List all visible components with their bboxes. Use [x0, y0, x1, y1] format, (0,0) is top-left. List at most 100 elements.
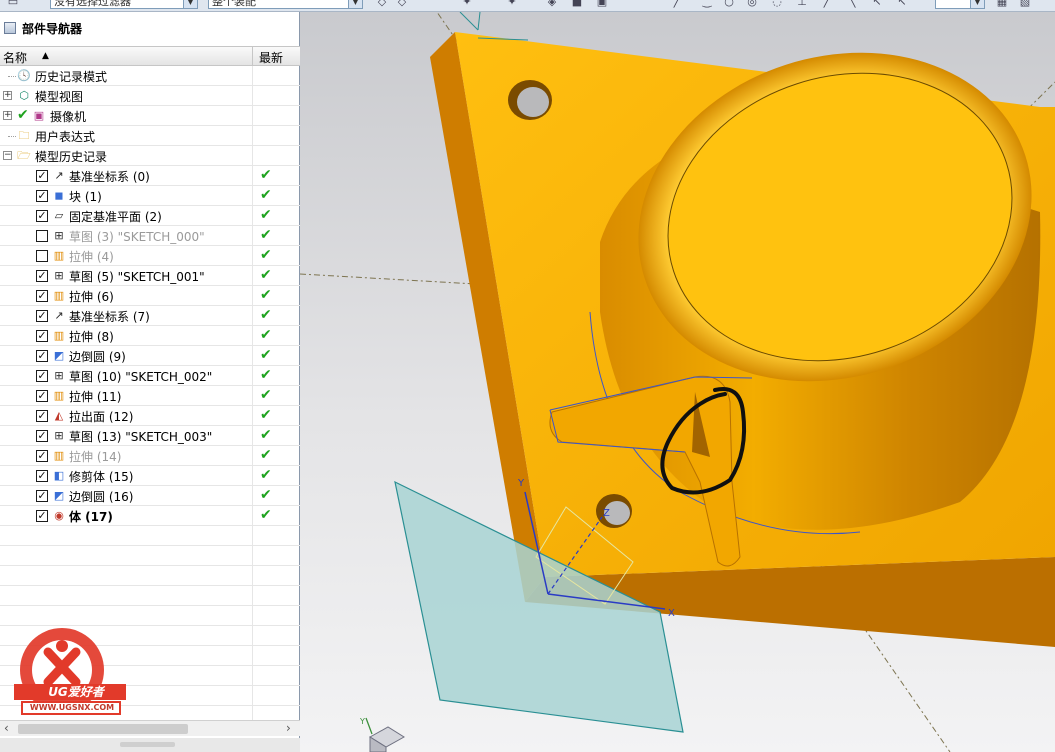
curve-icon[interactable]: ‿: [700, 0, 714, 9]
feature-visibility-checkbox[interactable]: ✓: [36, 190, 48, 202]
feature-row-4[interactable]: ▥ 拉伸 (4) ✔: [0, 246, 300, 266]
feature-row-5[interactable]: ✓ ⊞ 草图 (5) "SKETCH_001" ✔: [0, 266, 300, 286]
feature-row-8[interactable]: ✓ ▥ 拉伸 (8) ✔: [0, 326, 300, 346]
collapse-icon[interactable]: −: [3, 151, 12, 160]
latest-check-icon: ✔: [260, 347, 272, 363]
trim-body-icon: ◧: [53, 469, 65, 482]
tree-node-cameras[interactable]: + ✔ ▣ 摄像机: [0, 106, 300, 126]
scrollbar-thumb[interactable]: [18, 724, 188, 734]
hole: [517, 87, 549, 117]
tree-node-model-views[interactable]: + ⬡ 模型视图: [0, 86, 300, 106]
feature-visibility-checkbox[interactable]: ✓: [36, 370, 48, 382]
tree-node-model-history[interactable]: − 🗁 模型历史记录: [0, 146, 300, 166]
feature-row-11[interactable]: ✓ ▥ 拉伸 (11) ✔: [0, 386, 300, 406]
snap-icon[interactable]: ◇: [375, 0, 389, 9]
sort-ascending-icon[interactable]: ▲: [42, 51, 49, 61]
feature-row-7[interactable]: ✓ ↗ 基准坐标系 (7) ✔: [0, 306, 300, 326]
feature-visibility-checkbox[interactable]: ✓: [36, 470, 48, 482]
feature-visibility-checkbox[interactable]: ✓: [36, 490, 48, 502]
scroll-left-icon[interactable]: ‹: [4, 721, 9, 735]
extrude-icon: ▥: [53, 289, 65, 302]
point-icon[interactable]: ╲: [845, 0, 859, 9]
view-orient-icon[interactable]: ◈: [545, 0, 559, 9]
shape-icon[interactable]: ◌: [770, 0, 784, 9]
csys-axis-fragment: [477, 12, 481, 31]
line-snap-icon[interactable]: ╱: [670, 0, 684, 9]
snap-icon[interactable]: ▦: [995, 0, 1009, 9]
feature-visibility-checkbox[interactable]: ✓: [36, 330, 48, 342]
snap-icon[interactable]: ◇: [395, 0, 409, 9]
feature-row-9[interactable]: ✓ ◩ 边倒圆 (9) ✔: [0, 346, 300, 366]
selection-filter-dropdown[interactable]: 没有选择过滤器 ▼: [50, 0, 198, 9]
feature-label: 固定基准平面 (2): [69, 210, 162, 224]
expand-icon[interactable]: +: [3, 111, 12, 120]
splitter-grip[interactable]: [120, 742, 175, 747]
circle-icon[interactable]: ○: [722, 0, 736, 9]
feature-visibility-checkbox[interactable]: ✓: [36, 310, 48, 322]
feature-visibility-checkbox[interactable]: ✓: [36, 450, 48, 462]
panel-splitter[interactable]: [0, 738, 300, 752]
latest-check-icon: ✔: [260, 207, 272, 223]
snap-icon[interactable]: ▧: [1018, 0, 1032, 9]
feature-label: 体 (17): [69, 510, 113, 524]
toolbar-menu-icon[interactable]: ▭: [6, 0, 20, 9]
feature-visibility-checkbox[interactable]: ✓: [36, 350, 48, 362]
feature-label: 草图 (13) "SKETCH_003": [69, 430, 213, 444]
tree-node-history-mode[interactable]: 🕓 历史记录模式: [0, 66, 300, 86]
feature-row-1[interactable]: ✓ ◼ 块 (1) ✔: [0, 186, 300, 206]
feature-row-15[interactable]: ✓ ◧ 修剪体 (15) ✔: [0, 466, 300, 486]
quadrant-icon[interactable]: ⊥: [795, 0, 809, 9]
pin-icon[interactable]: [4, 22, 16, 34]
cursor-icon[interactable]: ↖: [870, 0, 884, 9]
feature-row-17[interactable]: ✓ ◉ 体 (17) ✔: [0, 506, 300, 526]
chevron-down-icon: ▼: [348, 0, 362, 8]
feature-visibility-checkbox[interactable]: [36, 250, 48, 262]
feature-row-12[interactable]: ✓ ◭ 拉出面 (12) ✔: [0, 406, 300, 426]
feature-row-10[interactable]: ✓ ⊞ 草图 (10) "SKETCH_002" ✔: [0, 366, 300, 386]
selection-scope-value: 整个装配: [212, 0, 256, 8]
snap-point-icon[interactable]: ✦: [460, 0, 474, 9]
selection-scope-dropdown[interactable]: 整个装配 ▼: [208, 0, 363, 9]
sketch-icon: ⊞: [54, 269, 64, 282]
feature-row-2[interactable]: ✓ ▱ 固定基准平面 (2) ✔: [0, 206, 300, 226]
circle-center-icon[interactable]: ◎: [745, 0, 759, 9]
cursor-icon[interactable]: ↖: [895, 0, 909, 9]
graphics-window[interactable]: Y X Z Y: [300, 12, 1055, 752]
feature-label: 基准坐标系 (0): [69, 170, 150, 184]
feature-row-3[interactable]: ⊞ 草图 (3) "SKETCH_000" ✔: [0, 226, 300, 246]
chevron-down-icon: ▼: [183, 0, 197, 8]
feature-row-13[interactable]: ✓ ⊞ 草图 (13) "SKETCH_003" ✔: [0, 426, 300, 446]
toolbar-dropdown[interactable]: ▼: [935, 0, 985, 9]
tree-node-label: 模型视图: [35, 90, 84, 104]
feature-visibility-checkbox[interactable]: ✓: [36, 210, 48, 222]
snap-point-icon[interactable]: ✦: [505, 0, 519, 9]
horizontal-scrollbar[interactable]: ‹ ›: [0, 720, 300, 736]
scroll-right-icon[interactable]: ›: [286, 721, 291, 735]
render-style-icon[interactable]: ▣: [595, 0, 609, 9]
feature-label: 拉伸 (6): [69, 290, 114, 304]
feature-row-16[interactable]: ✓ ◩ 边倒圆 (16) ✔: [0, 486, 300, 506]
feature-visibility-checkbox[interactable]: ✓: [36, 510, 48, 522]
folder-icon: 🗀: [18, 129, 30, 142]
datum-csys-icon: ↗: [54, 169, 64, 182]
feature-visibility-checkbox[interactable]: ✓: [36, 390, 48, 402]
arc-snap-icon[interactable]: ⌒: [645, 0, 659, 9]
feature-row-14[interactable]: ✓ ▥ 拉伸 (14) ✔: [0, 446, 300, 466]
expand-icon[interactable]: +: [3, 91, 12, 100]
feature-visibility-checkbox[interactable]: ✓: [36, 270, 48, 282]
feature-visibility-checkbox[interactable]: ✓: [36, 430, 48, 442]
line-snap-icon[interactable]: ╱: [820, 0, 834, 9]
feature-visibility-checkbox[interactable]: ✓: [36, 410, 48, 422]
datum-plane-icon: ▱: [54, 209, 64, 222]
cube-icon[interactable]: ■: [570, 0, 584, 9]
feature-row-6[interactable]: ✓ ▥ 拉伸 (6) ✔: [0, 286, 300, 306]
column-name[interactable]: 名称: [3, 49, 27, 66]
feature-row-0[interactable]: ✓ ↗ 基准坐标系 (0) ✔: [0, 166, 300, 186]
feature-visibility-checkbox[interactable]: ✓: [36, 170, 48, 182]
csys-axis-fragment: [459, 12, 479, 31]
column-latest[interactable]: 最新: [252, 47, 300, 65]
latest-check-icon: ✔: [260, 247, 272, 263]
feature-visibility-checkbox[interactable]: ✓: [36, 290, 48, 302]
tree-node-user-expressions[interactable]: 🗀 用户表达式: [0, 126, 300, 146]
feature-visibility-checkbox[interactable]: [36, 230, 48, 242]
